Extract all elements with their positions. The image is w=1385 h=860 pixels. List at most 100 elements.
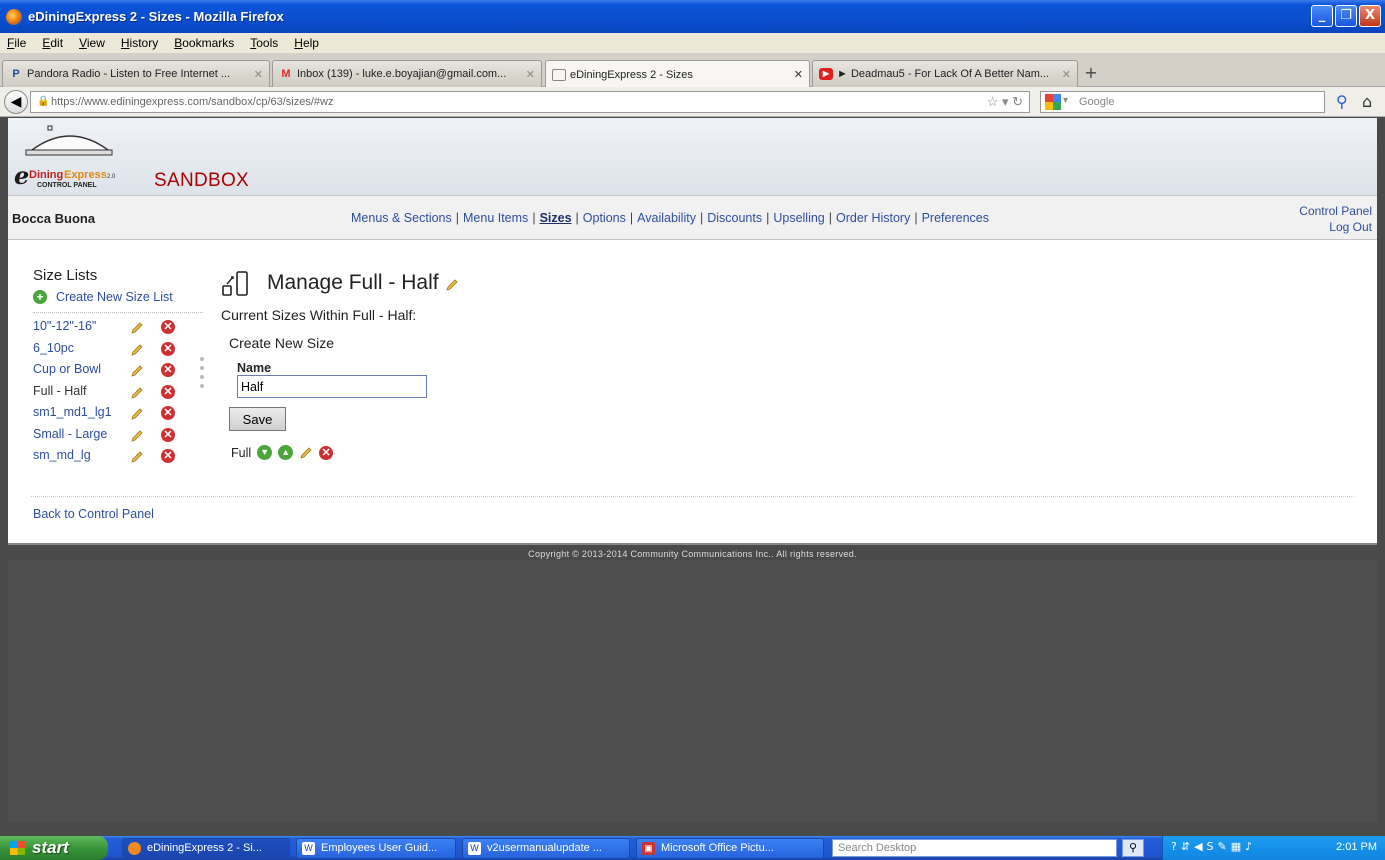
nav-availability[interactable]: Availability <box>637 211 696 225</box>
menu-bookmarks[interactable]: Bookmarks <box>174 36 234 50</box>
minimize-button[interactable]: _ <box>1311 5 1333 27</box>
back-button[interactable]: ◀ <box>4 90 28 114</box>
tab-youtube[interactable]: ▶ ► Deadmau5 - For Lack Of A Better Nam.… <box>812 60 1078 87</box>
search-bar[interactable]: ▾ Google <box>1040 91 1325 113</box>
skype-icon[interactable]: S <box>1207 840 1214 853</box>
pencil-icon[interactable] <box>130 343 144 357</box>
edit-title-pencil-icon[interactable] <box>445 278 459 292</box>
tab-label: Pandora Radio - Listen to Free Internet … <box>27 68 231 80</box>
size-name-input[interactable] <box>237 375 427 398</box>
google-icon <box>1045 94 1061 110</box>
pencil-icon[interactable] <box>130 450 144 464</box>
log-out-link[interactable]: Log Out <box>1299 219 1372 235</box>
save-button[interactable]: Save <box>229 407 286 431</box>
tab-close-icon[interactable]: ✕ <box>254 68 263 81</box>
nav-order-history[interactable]: Order History <box>836 211 910 225</box>
search-engine-dropdown-icon[interactable]: ▾ <box>1063 95 1068 106</box>
nav-options[interactable]: Options <box>583 211 626 225</box>
help-icon[interactable]: ? <box>1171 840 1177 853</box>
pencil-icon[interactable] <box>130 429 144 443</box>
menu-edit[interactable]: Edit <box>42 36 63 50</box>
nav-sizes[interactable]: Sizes <box>540 211 572 225</box>
firefox-icon <box>128 842 141 855</box>
size-list: 10"-12"-16" ✕ 6_10pc ✕ Cup or Bowl ✕ Full -… <box>33 319 203 470</box>
search-icon[interactable]: ⚲ <box>1122 839 1144 857</box>
tool-icon[interactable]: ✎ <box>1218 840 1227 853</box>
control-panel-link[interactable]: Control Panel <box>1299 203 1372 219</box>
svg-text:e: e <box>14 161 29 190</box>
sandbox-label: SANDBOX <box>154 170 250 191</box>
delete-icon[interactable]: ✕ <box>161 363 175 377</box>
list-item: 6_10pc ✕ <box>33 341 203 363</box>
clock: 2:01 PM <box>1336 841 1377 853</box>
taskbar-item-word[interactable]: W v2usermanualupdate ... <box>462 838 630 859</box>
url-bar[interactable]: 🔒 https://www.ediningexpress.com/sandbox… <box>30 91 1030 113</box>
volume-icon[interactable]: ♪ <box>1245 840 1252 853</box>
nav-upselling[interactable]: Upselling <box>773 211 824 225</box>
sidebar-resize-handle[interactable] <box>200 357 206 393</box>
new-tab-button[interactable]: + <box>1080 63 1102 85</box>
delete-icon[interactable]: ✕ <box>161 341 175 356</box>
menu-bar: File Edit View History Bookmarks Tools H… <box>0 33 1385 53</box>
move-up-icon[interactable]: ▲ <box>278 445 294 460</box>
restaurant-name: Bocca Buona <box>12 211 96 226</box>
document-icon: W <box>302 842 315 855</box>
tab-close-icon[interactable]: ✕ <box>1062 68 1071 81</box>
delete-icon[interactable]: ✕ <box>161 406 175 420</box>
nav-preferences[interactable]: Preferences <box>922 211 989 225</box>
pencil-icon[interactable] <box>130 364 144 378</box>
size-list-link[interactable]: 10"-12"-16" <box>33 319 96 333</box>
start-button[interactable]: start <box>0 836 108 860</box>
name-field: Name <box>237 361 459 398</box>
menu-tools[interactable]: Tools <box>250 36 278 50</box>
tab-gmail[interactable]: M Inbox (139) - luke.e.boyajian@gmail.co… <box>272 60 542 87</box>
network-icon[interactable]: ⇵ <box>1181 840 1190 853</box>
pencil-icon[interactable] <box>299 446 313 460</box>
size-list-link[interactable]: 6_10pc <box>33 341 74 355</box>
pencil-icon[interactable] <box>130 321 144 335</box>
menu-view[interactable]: View <box>79 36 105 50</box>
tab-close-icon[interactable]: ✕ <box>526 68 535 81</box>
move-down-icon[interactable]: ▼ <box>257 445 273 460</box>
close-button[interactable]: X <box>1359 5 1381 27</box>
tab-pandora[interactable]: P Pandora Radio - Listen to Free Interne… <box>2 60 270 87</box>
bookmark-star-icon[interactable]: ☆ ▾ ↻ <box>987 94 1023 110</box>
tab-label: eDiningExpress 2 - Sizes <box>570 68 693 81</box>
search-icon[interactable]: ⚲ <box>1336 92 1348 111</box>
pencil-icon[interactable] <box>130 386 144 400</box>
taskbar-item-word[interactable]: W Employees User Guid... <box>296 838 456 859</box>
desktop-search-input[interactable]: Search Desktop <box>832 839 1117 857</box>
page-icon <box>552 68 566 81</box>
size-list-current[interactable]: Full - Half <box>33 384 86 398</box>
page-header: e Dining Express 2.0 CONTROL PANEL SANDB… <box>8 118 1377 196</box>
delete-icon[interactable]: ✕ <box>319 445 334 460</box>
nav-menu-items[interactable]: Menu Items <box>463 211 528 225</box>
delete-icon[interactable]: ✕ <box>161 320 175 334</box>
arrow-icon[interactable]: ◀ <box>1194 840 1202 853</box>
nav-discounts[interactable]: Discounts <box>707 211 762 225</box>
menu-history[interactable]: History <box>121 36 158 50</box>
delete-icon[interactable]: ✕ <box>161 427 175 442</box>
delete-icon[interactable]: ✕ <box>161 384 175 399</box>
tab-close-icon[interactable]: ✕ <box>794 68 803 81</box>
page-title: Manage Full - Half <box>267 271 439 294</box>
language-icon[interactable]: ▦ <box>1231 840 1241 853</box>
taskbar-item-firefox[interactable]: eDiningExpress 2 - Si... <box>122 838 290 859</box>
create-size-list-link[interactable]: + Create New Size List <box>33 290 203 304</box>
size-list-link[interactable]: sm1_md1_lg1 <box>33 405 112 419</box>
taskbar-item-picture-manager[interactable]: ▣ Microsoft Office Pictu... <box>636 838 824 859</box>
tab-ediningexpress[interactable]: eDiningExpress 2 - Sizes ✕ <box>545 60 810 88</box>
back-to-control-panel-link[interactable]: Back to Control Panel <box>33 507 154 521</box>
maximize-button[interactable]: ❐ <box>1335 5 1357 27</box>
size-list-link[interactable]: sm_md_lg <box>33 448 91 462</box>
size-list-link[interactable]: Cup or Bowl <box>33 362 101 376</box>
pencil-icon[interactable] <box>130 407 144 421</box>
delete-icon[interactable]: ✕ <box>161 449 175 463</box>
nav-menus-sections[interactable]: Menus & Sections <box>351 211 452 225</box>
menu-file[interactable]: File <box>7 36 26 50</box>
home-icon[interactable]: ⌂ <box>1362 92 1372 111</box>
tab-label: ► Deadmau5 - For Lack Of A Better Nam... <box>837 68 1050 80</box>
url-text: https://www.ediningexpress.com/sandbox/c… <box>51 96 334 108</box>
menu-help[interactable]: Help <box>294 36 319 50</box>
size-list-link[interactable]: Small - Large <box>33 427 107 441</box>
